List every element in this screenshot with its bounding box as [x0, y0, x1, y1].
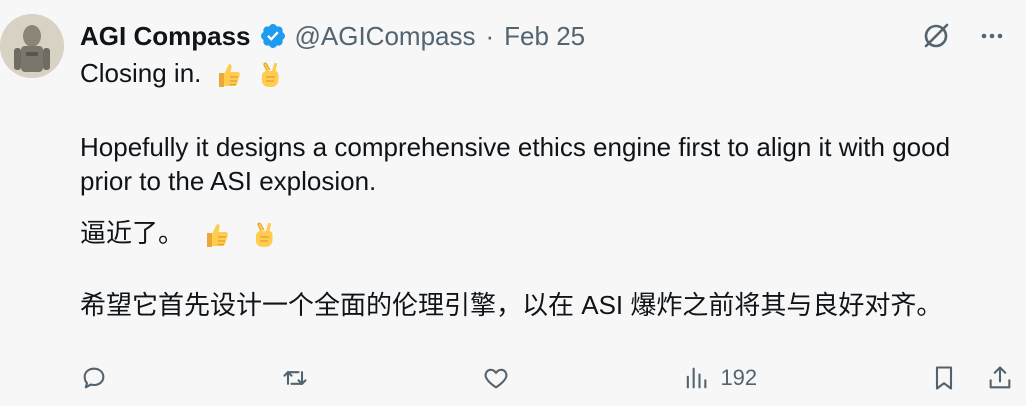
tweet-header: AGI Compass @AGICompass · Feb 25 — [80, 18, 585, 54]
avatar[interactable] — [0, 14, 64, 78]
tweet-action-bar: 192 — [80, 360, 1014, 396]
reply-button[interactable] — [80, 360, 108, 396]
share-button[interactable] — [986, 360, 1014, 396]
verified-badge-icon — [259, 22, 287, 50]
bookmark-icon — [935, 366, 953, 390]
bookmark-button[interactable] — [930, 360, 958, 396]
tweet-line-3: 逼近了。 — [80, 216, 278, 250]
tweet-text-3: 逼近了。 — [80, 218, 185, 248]
crossed-fingers-emoji-icon — [254, 60, 284, 90]
share-icon — [989, 366, 1011, 389]
author-name[interactable]: AGI Compass — [80, 21, 251, 52]
retweet-icon — [283, 371, 307, 385]
views-button[interactable]: 192 — [682, 360, 757, 396]
reply-icon — [83, 367, 105, 389]
tweet-text-1: Closing in. — [80, 58, 202, 88]
crossed-fingers-emoji-icon-2 — [248, 220, 278, 250]
tweet-right-actions — [930, 360, 1014, 396]
author-handle[interactable]: @AGICompass — [295, 21, 476, 52]
tweet-date[interactable]: Feb 25 — [504, 21, 585, 52]
like-button[interactable] — [482, 360, 510, 396]
more-icon[interactable] — [974, 18, 1010, 54]
thumbs-up-emoji-icon-2 — [201, 220, 231, 250]
separator-dot: · — [485, 20, 495, 51]
tweet-line-4: 希望它首先设计一个全面的伦理引擎，以在 ASI 爆炸之前将其与良好对齐。 — [80, 290, 943, 320]
tweet-line-2: Hopefully it designs a comprehensive eth… — [80, 132, 951, 196]
views-icon — [687, 367, 707, 389]
tweet-line-1: Closing in. — [80, 56, 284, 90]
tweet-top-actions — [918, 18, 1010, 54]
like-icon — [484, 368, 508, 389]
views-count: 192 — [720, 365, 758, 390]
thumbs-up-emoji-icon — [213, 60, 243, 90]
grok-icon[interactable] — [918, 18, 954, 54]
retweet-button[interactable] — [281, 360, 309, 396]
